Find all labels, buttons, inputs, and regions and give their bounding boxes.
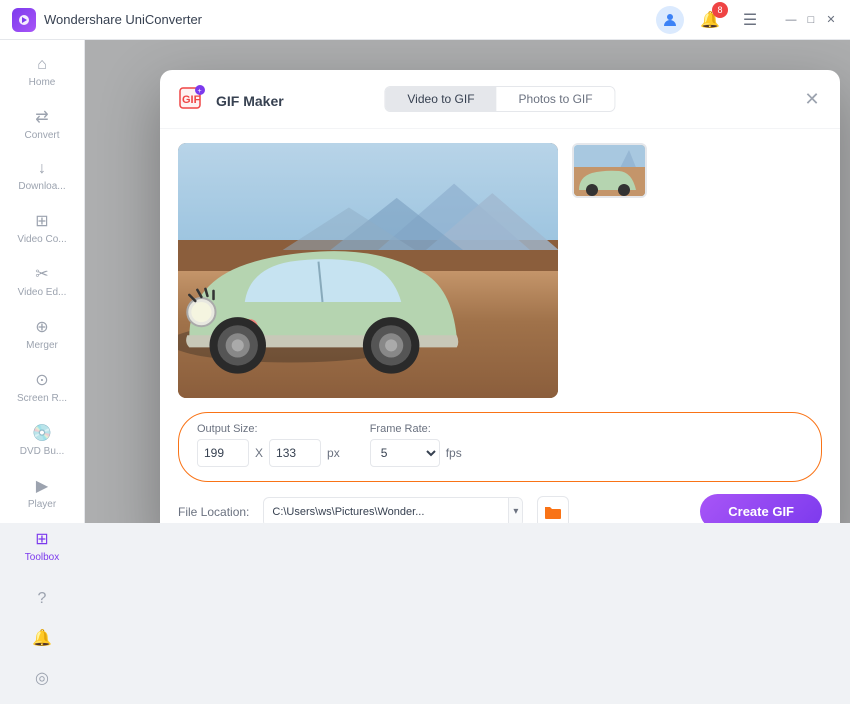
sidebar-label-merger: Merger <box>26 340 58 352</box>
home-icon: ⌂ <box>37 56 47 74</box>
minimize-button[interactable]: — <box>784 13 798 27</box>
thumbnail-strip <box>572 143 647 398</box>
video-edit-icon: ✂ <box>35 264 48 284</box>
merger-icon: ⊕ <box>35 317 48 337</box>
output-size-group: Output Size: X px <box>197 423 340 467</box>
close-button[interactable]: ✕ <box>824 13 838 27</box>
thumbnail-img-1 <box>574 145 645 196</box>
output-size-label: Output Size: <box>197 423 340 435</box>
convert-icon: ⇄ <box>35 107 48 127</box>
fps-inputs: 5 10 15 24 30 fps <box>370 439 462 467</box>
modal-close-button[interactable]: ✕ <box>800 87 824 111</box>
sidebar-label-toolbox: Toolbox <box>25 552 59 564</box>
file-location-label: File Location: <box>178 505 249 519</box>
app-body: ⌂ Home ⇄ Convert ↓ Downloa... ⊞ Video Co… <box>0 40 850 523</box>
user-avatar-icon[interactable] <box>656 6 684 34</box>
sidebar-label-dvd-burn: DVD Bu... <box>20 446 64 458</box>
sidebar-label-screen-record: Screen R... <box>17 393 67 405</box>
sidebar-label-video-compress: Video Co... <box>17 234 66 246</box>
maximize-button[interactable]: □ <box>804 13 818 27</box>
modal-body <box>160 129 840 412</box>
height-input[interactable] <box>269 439 321 467</box>
tab-photos-to-gif[interactable]: Photos to GIF <box>497 87 615 111</box>
sidebar-label-video-edit: Video Ed... <box>18 287 67 299</box>
sidebar-label-player: Player <box>28 499 56 511</box>
modal-title: GIF Maker <box>216 93 284 109</box>
main-preview-image <box>178 143 558 398</box>
video-compress-icon: ⊞ <box>35 211 48 231</box>
sidebar-item-merger[interactable]: ⊕ Merger <box>0 309 84 360</box>
frame-rate-label: Frame Rate: <box>370 423 462 435</box>
bell-icon: 🔔 <box>32 628 52 648</box>
create-gif-button[interactable]: Create GIF <box>700 494 822 523</box>
svg-text:GIF: GIF <box>182 94 201 106</box>
output-settings: Output Size: X px Frame Rate: 5 10 <box>178 412 822 482</box>
player-icon: ▶ <box>36 476 48 496</box>
sidebar-item-toolbox[interactable]: ⊞ Toolbox <box>0 521 84 572</box>
feedback-icon: ◎ <box>35 668 49 688</box>
file-location-dropdown-button[interactable]: ▾ <box>508 498 522 524</box>
notification-bell-icon[interactable]: 🔔 8 <box>696 6 724 34</box>
sidebar-item-video-edit[interactable]: ✂ Video Ed... <box>0 256 84 307</box>
x-separator: X <box>255 446 263 460</box>
screen-record-icon: ⊙ <box>35 370 48 390</box>
tab-video-to-gif[interactable]: Video to GIF <box>385 87 496 111</box>
sidebar-help[interactable]: ? <box>0 582 84 616</box>
sidebar-item-convert[interactable]: ⇄ Convert <box>0 99 84 150</box>
sidebar-item-home[interactable]: ⌂ Home <box>0 48 84 97</box>
modal-header: GIF + GIF Maker Video to GIF Photos to G… <box>160 70 840 129</box>
main-content: tor data stadata CD. GIF + GIF Maker <box>85 40 850 523</box>
sidebar: ⌂ Home ⇄ Convert ↓ Downloa... ⊞ Video Co… <box>0 40 85 523</box>
sidebar-item-player[interactable]: ▶ Player <box>0 468 84 519</box>
width-input[interactable] <box>197 439 249 467</box>
sidebar-item-download[interactable]: ↓ Downloa... <box>0 152 84 201</box>
hamburger-menu-icon[interactable]: ☰ <box>736 6 764 34</box>
fps-unit: fps <box>446 446 462 460</box>
help-icon: ? <box>38 590 47 608</box>
toolbox-icon: ⊞ <box>35 529 48 549</box>
car-scene <box>178 143 558 398</box>
sidebar-item-dvd-burn[interactable]: 💿 DVD Bu... <box>0 415 84 466</box>
file-location-input[interactable] <box>264 501 508 523</box>
gif-maker-modal: GIF + GIF Maker Video to GIF Photos to G… <box>160 70 840 523</box>
title-bar: Wondershare UniConverter 🔔 8 ☰ — □ ✕ <box>0 0 850 40</box>
sidebar-label-convert: Convert <box>24 130 59 142</box>
window-controls: — □ ✕ <box>784 13 838 27</box>
download-icon: ↓ <box>38 160 46 178</box>
sidebar-item-screen-record[interactable]: ⊙ Screen R... <box>0 362 84 413</box>
dvd-burn-icon: 💿 <box>32 423 52 443</box>
svg-text:+: + <box>198 88 202 95</box>
app-title: Wondershare UniConverter <box>44 12 202 27</box>
frame-rate-select[interactable]: 5 10 15 24 30 <box>370 439 440 467</box>
sidebar-bottom: ? 🔔 ◎ <box>0 574 84 704</box>
size-unit: px <box>327 446 340 460</box>
thumbnail-1[interactable] <box>572 143 647 198</box>
size-inputs: X px <box>197 439 340 467</box>
app-logo <box>12 8 36 32</box>
title-bar-controls: 🔔 8 ☰ — □ ✕ <box>656 6 838 34</box>
sidebar-feedback[interactable]: ◎ <box>0 660 84 696</box>
notification-badge: 8 <box>712 2 728 18</box>
sidebar-label-download: Downloa... <box>18 181 65 193</box>
sidebar-label-home: Home <box>29 77 56 89</box>
gif-icon: GIF + <box>178 84 206 118</box>
modal-footer: File Location: ▾ Create GIF <box>160 494 840 523</box>
modal-tabs: Video to GIF Photos to GIF <box>384 86 615 112</box>
file-location-input-wrap: ▾ <box>263 497 523 524</box>
sidebar-item-video-compress[interactable]: ⊞ Video Co... <box>0 203 84 254</box>
frame-rate-group: Frame Rate: 5 10 15 24 30 fps <box>370 423 462 467</box>
sidebar-bell[interactable]: 🔔 <box>0 620 84 656</box>
browse-folder-button[interactable] <box>537 496 569 524</box>
